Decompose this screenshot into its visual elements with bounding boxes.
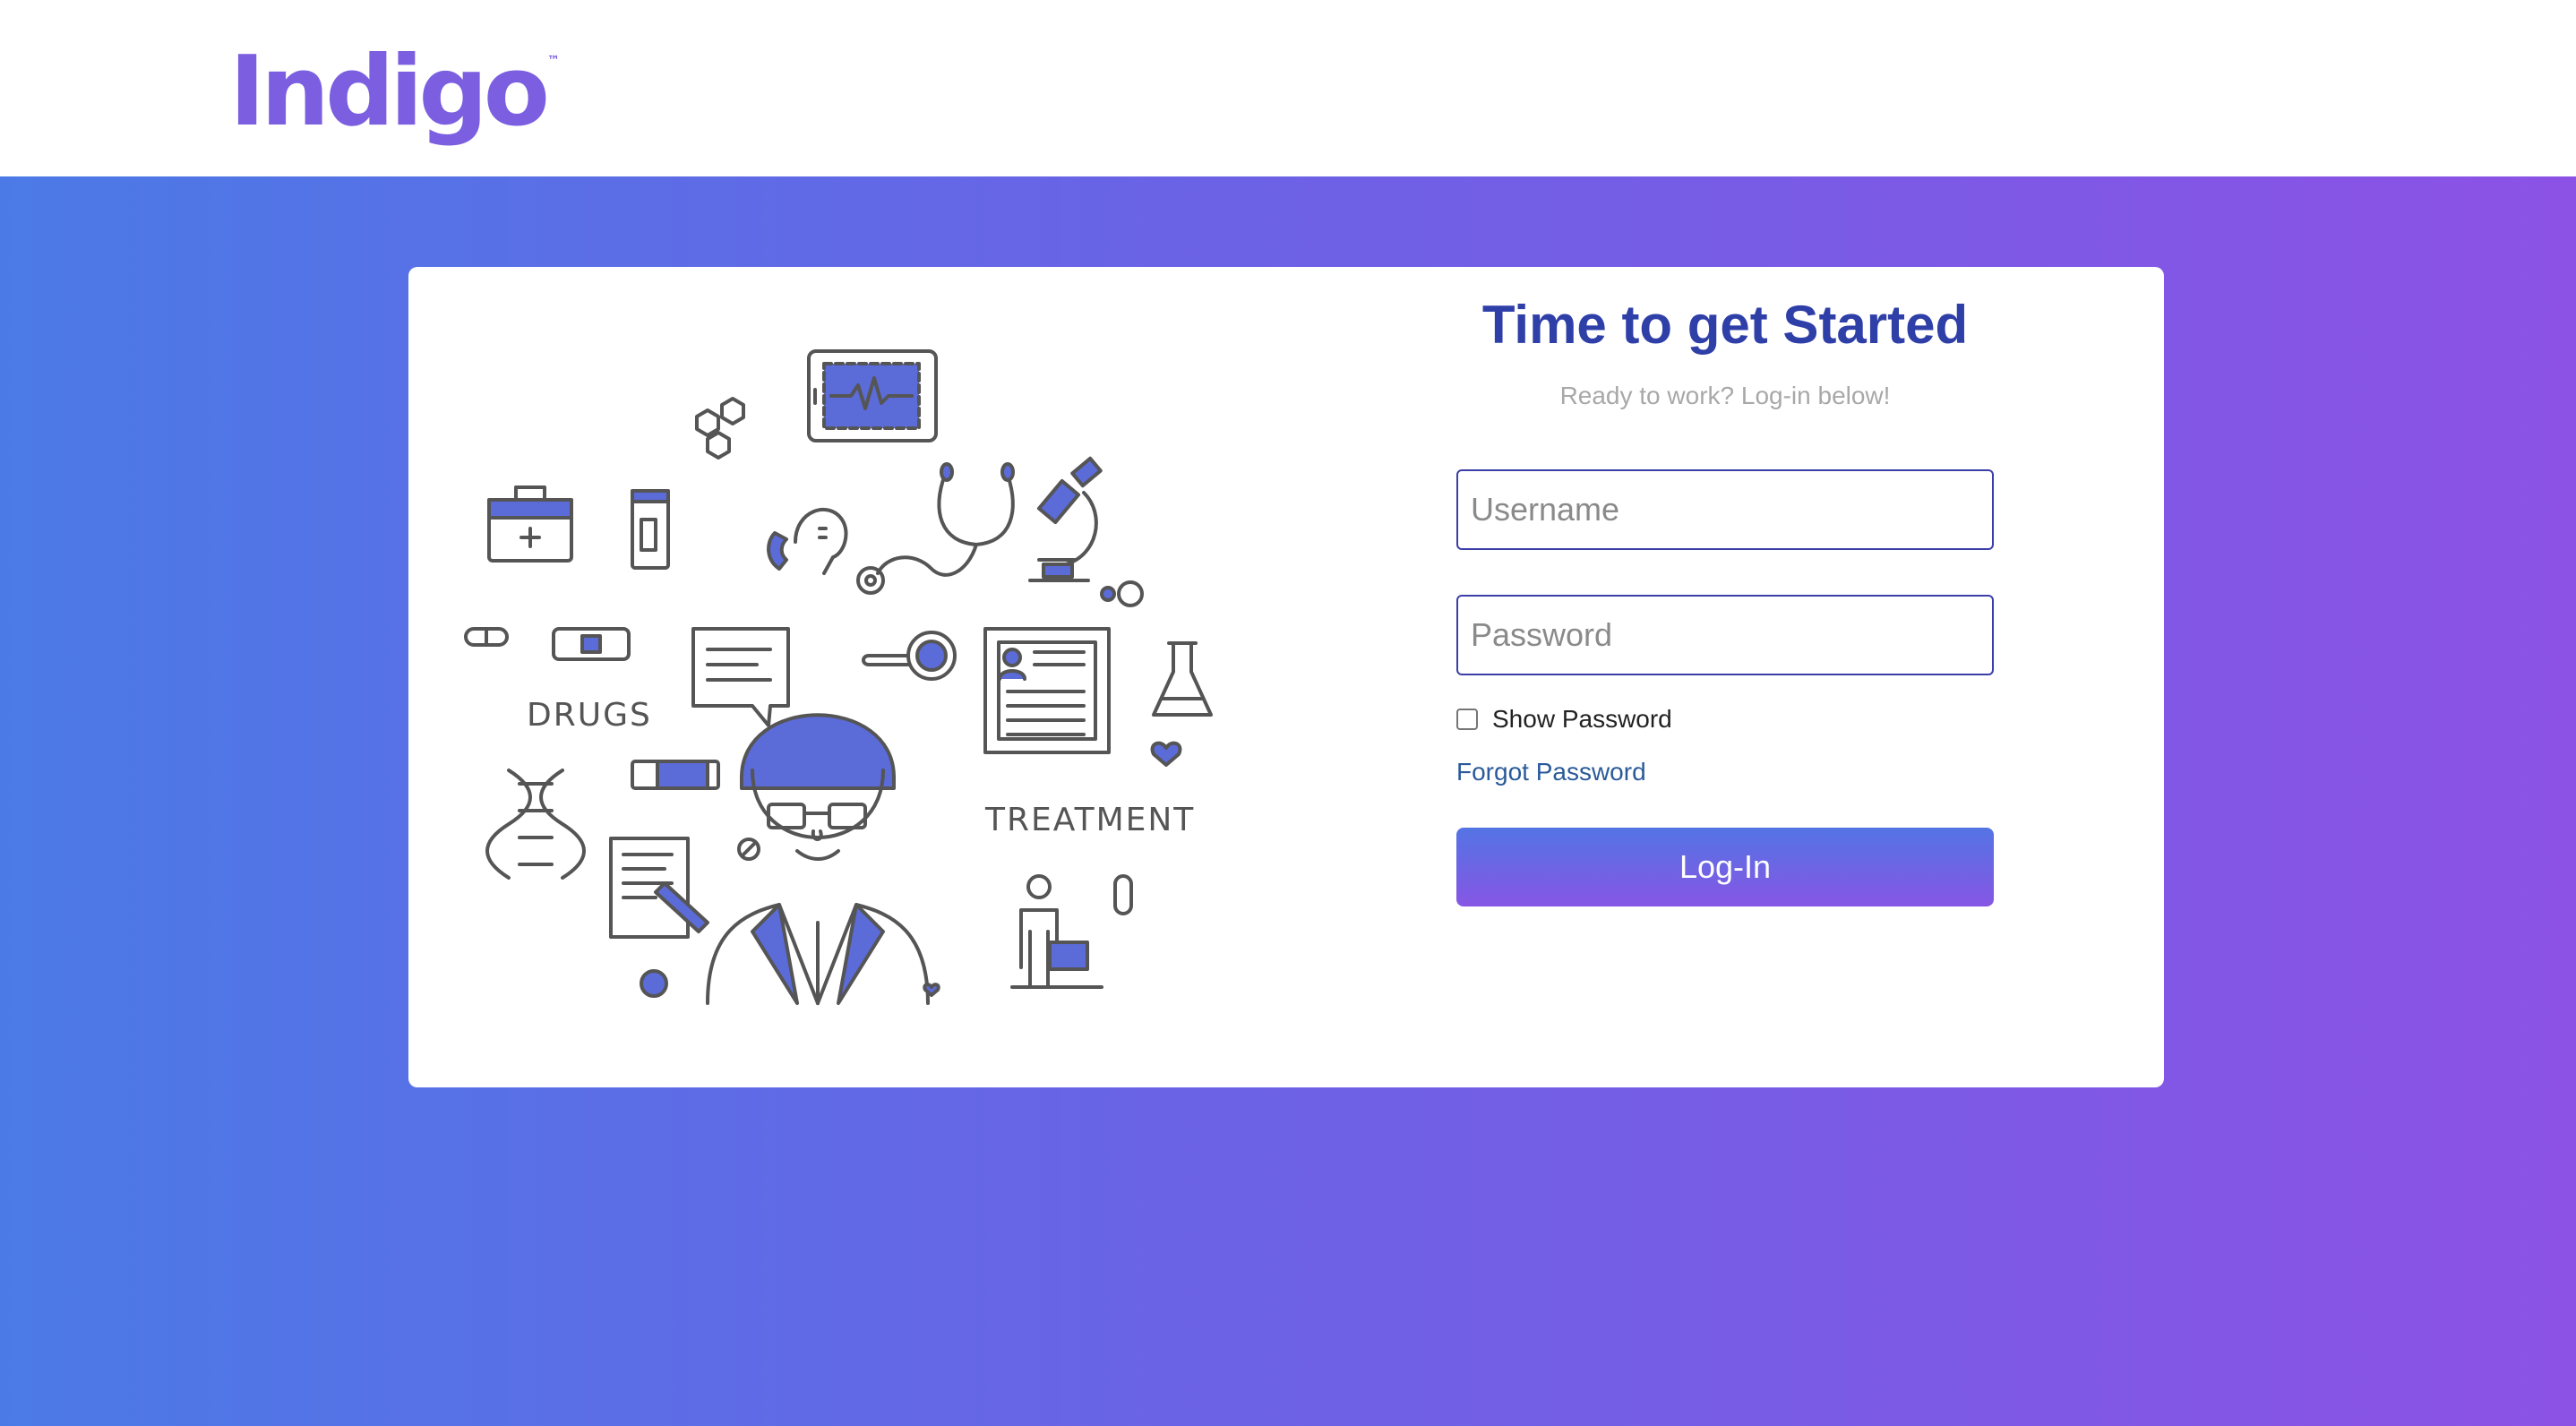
forgot-password-link[interactable]: Forgot Password bbox=[1456, 758, 1646, 786]
logo-trademark: ™ bbox=[546, 54, 560, 68]
username-input[interactable] bbox=[1456, 469, 1994, 550]
top-bar: Indigo ™ bbox=[0, 0, 2576, 176]
show-password-label[interactable]: Show Password bbox=[1492, 705, 1672, 734]
indigo-logo[interactable]: Indigo ™ bbox=[229, 43, 560, 142]
prescription-icon bbox=[609, 837, 709, 939]
chat-bubble-icon bbox=[691, 627, 790, 727]
page-title: Time to get Started bbox=[1481, 295, 1969, 355]
id-card-icon bbox=[983, 627, 1111, 754]
magnifier-icon bbox=[862, 631, 957, 681]
page-subtitle: Ready to work? Log-in below! bbox=[1559, 382, 1891, 409]
monitor-icon bbox=[807, 349, 938, 442]
logo-wordmark: Indigo bbox=[229, 36, 550, 148]
molecule-icon bbox=[695, 397, 745, 460]
bandage-icon bbox=[552, 627, 631, 661]
medical-illustration: DRUGS TREATMENT bbox=[464, 349, 1213, 1005]
tube-icon bbox=[631, 760, 720, 790]
head-phone-icon bbox=[767, 507, 848, 575]
medical-bag-icon bbox=[487, 485, 573, 563]
stethoscope-icon bbox=[856, 462, 1015, 595]
microscope-icon bbox=[1028, 456, 1103, 582]
patient-icon bbox=[1010, 874, 1103, 989]
password-input[interactable] bbox=[1456, 595, 1994, 675]
flask-icon bbox=[1152, 641, 1213, 717]
dna-icon bbox=[485, 769, 586, 880]
bottle-icon bbox=[631, 489, 670, 570]
show-password-checkbox[interactable] bbox=[1456, 709, 1478, 730]
treatment-label: TREATMENT bbox=[984, 802, 1195, 838]
drugs-label: DRUGS bbox=[527, 697, 652, 734]
login-button[interactable]: Log-In bbox=[1456, 828, 1994, 906]
doctor-icon bbox=[706, 713, 930, 1005]
show-password-row[interactable]: Show Password bbox=[1456, 704, 1672, 734]
